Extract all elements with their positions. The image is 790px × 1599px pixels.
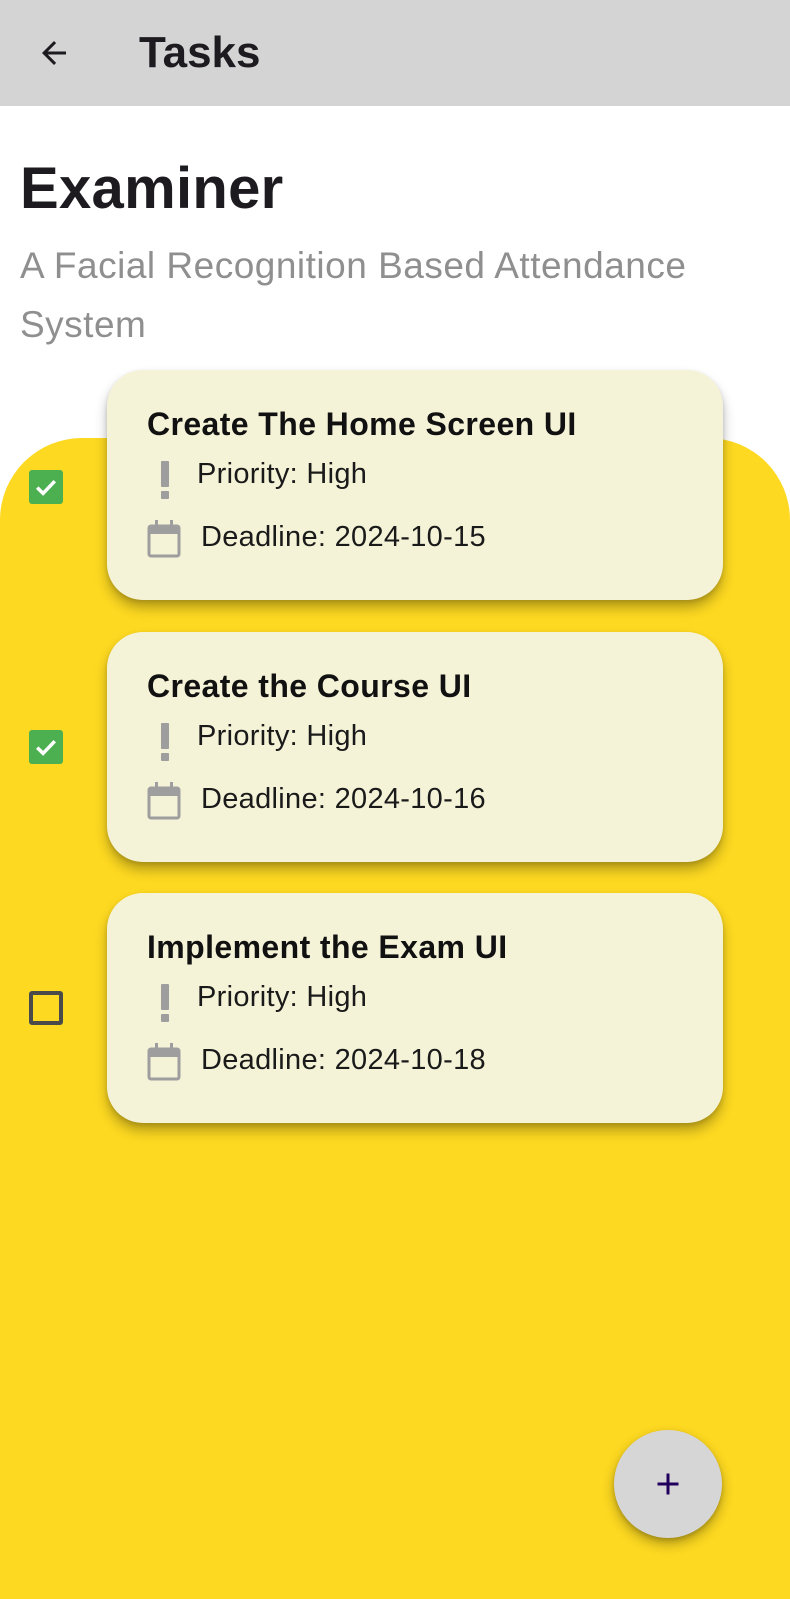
back-button[interactable] [26,25,82,81]
task-item: Create The Home Screen UI Priority: High… [0,370,790,600]
task-card[interactable]: Implement the Exam UI Priority: High Dea… [107,893,723,1123]
add-icon [657,1473,679,1495]
task-title: Create The Home Screen UI [147,406,577,442]
project-title: Examiner [20,156,284,221]
task-deadline: Deadline: 2024-10-15 [201,521,486,553]
check-icon [36,479,57,496]
task-checkbox[interactable] [29,991,63,1025]
app-bar-title: Tasks [139,28,261,77]
priority-high-icon [161,984,169,1022]
task-checkbox[interactable] [29,470,63,504]
task-item: Create the Course UI Priority: High Dead… [0,632,790,862]
task-priority: Priority: High [197,458,368,490]
calendar-icon [147,520,181,558]
task-checkbox[interactable] [29,730,63,764]
check-icon [36,739,57,756]
task-deadline: Deadline: 2024-10-16 [201,783,486,815]
task-priority: Priority: High [197,720,368,752]
task-deadline: Deadline: 2024-10-18 [201,1044,486,1076]
priority-high-icon [161,461,169,499]
add-task-button[interactable] [614,1430,722,1538]
calendar-icon [147,1043,181,1081]
task-card[interactable]: Create the Course UI Priority: High Dead… [107,632,723,862]
task-card[interactable]: Create The Home Screen UI Priority: High… [107,370,723,600]
task-priority: Priority: High [197,981,368,1013]
app-bar: Tasks [0,0,790,106]
priority-high-icon [161,723,169,761]
arrow-back-icon [42,41,66,65]
task-item: Implement the Exam UI Priority: High Dea… [0,893,790,1123]
task-title: Implement the Exam UI [147,929,508,965]
task-title: Create the Course UI [147,668,472,704]
calendar-icon [147,782,181,820]
project-subtitle: A Facial Recognition Based Attendance Sy… [20,245,687,345]
